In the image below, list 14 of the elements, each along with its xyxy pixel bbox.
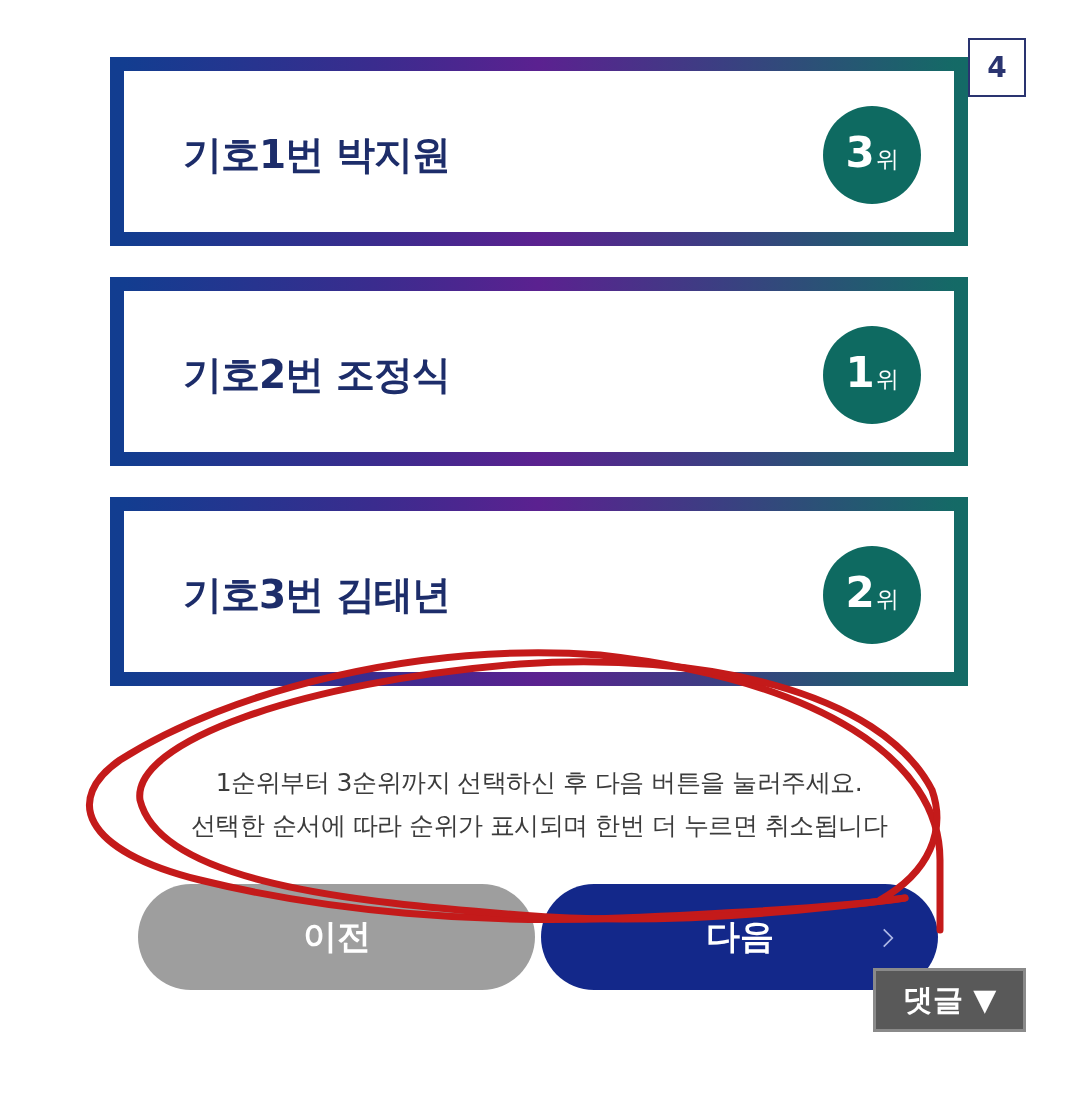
rank-badge: 1 위 bbox=[823, 325, 921, 424]
chevron-right-icon bbox=[882, 927, 894, 949]
rank-badge: 3 위 bbox=[823, 105, 921, 204]
instruction-text: 선택한 순서에 따라 순위가 표시되며 한번 더 누르면 취소됩니다 bbox=[190, 810, 888, 842]
candidate-name: 기호3번 김태년 bbox=[183, 570, 450, 619]
candidate-card[interactable]: 기호3번 김태년 2 위 bbox=[110, 497, 968, 686]
candidate-card[interactable]: 기호2번 조정식 1 위 bbox=[110, 277, 968, 466]
comments-button[interactable]: 댓글 ▼ bbox=[873, 968, 1026, 1032]
candidate-card[interactable]: 기호1번 박지원 3 위 bbox=[110, 57, 968, 246]
instruction-text: 1순위부터 3순위까지 선택하신 후 다음 버튼을 눌러주세요. bbox=[215, 767, 863, 799]
page-number-badge: 4 bbox=[968, 38, 1026, 97]
candidate-name: 기호2번 조정식 bbox=[183, 350, 450, 399]
rank-badge: 2 위 bbox=[823, 545, 921, 644]
candidate-name: 기호1번 박지원 bbox=[183, 130, 450, 179]
